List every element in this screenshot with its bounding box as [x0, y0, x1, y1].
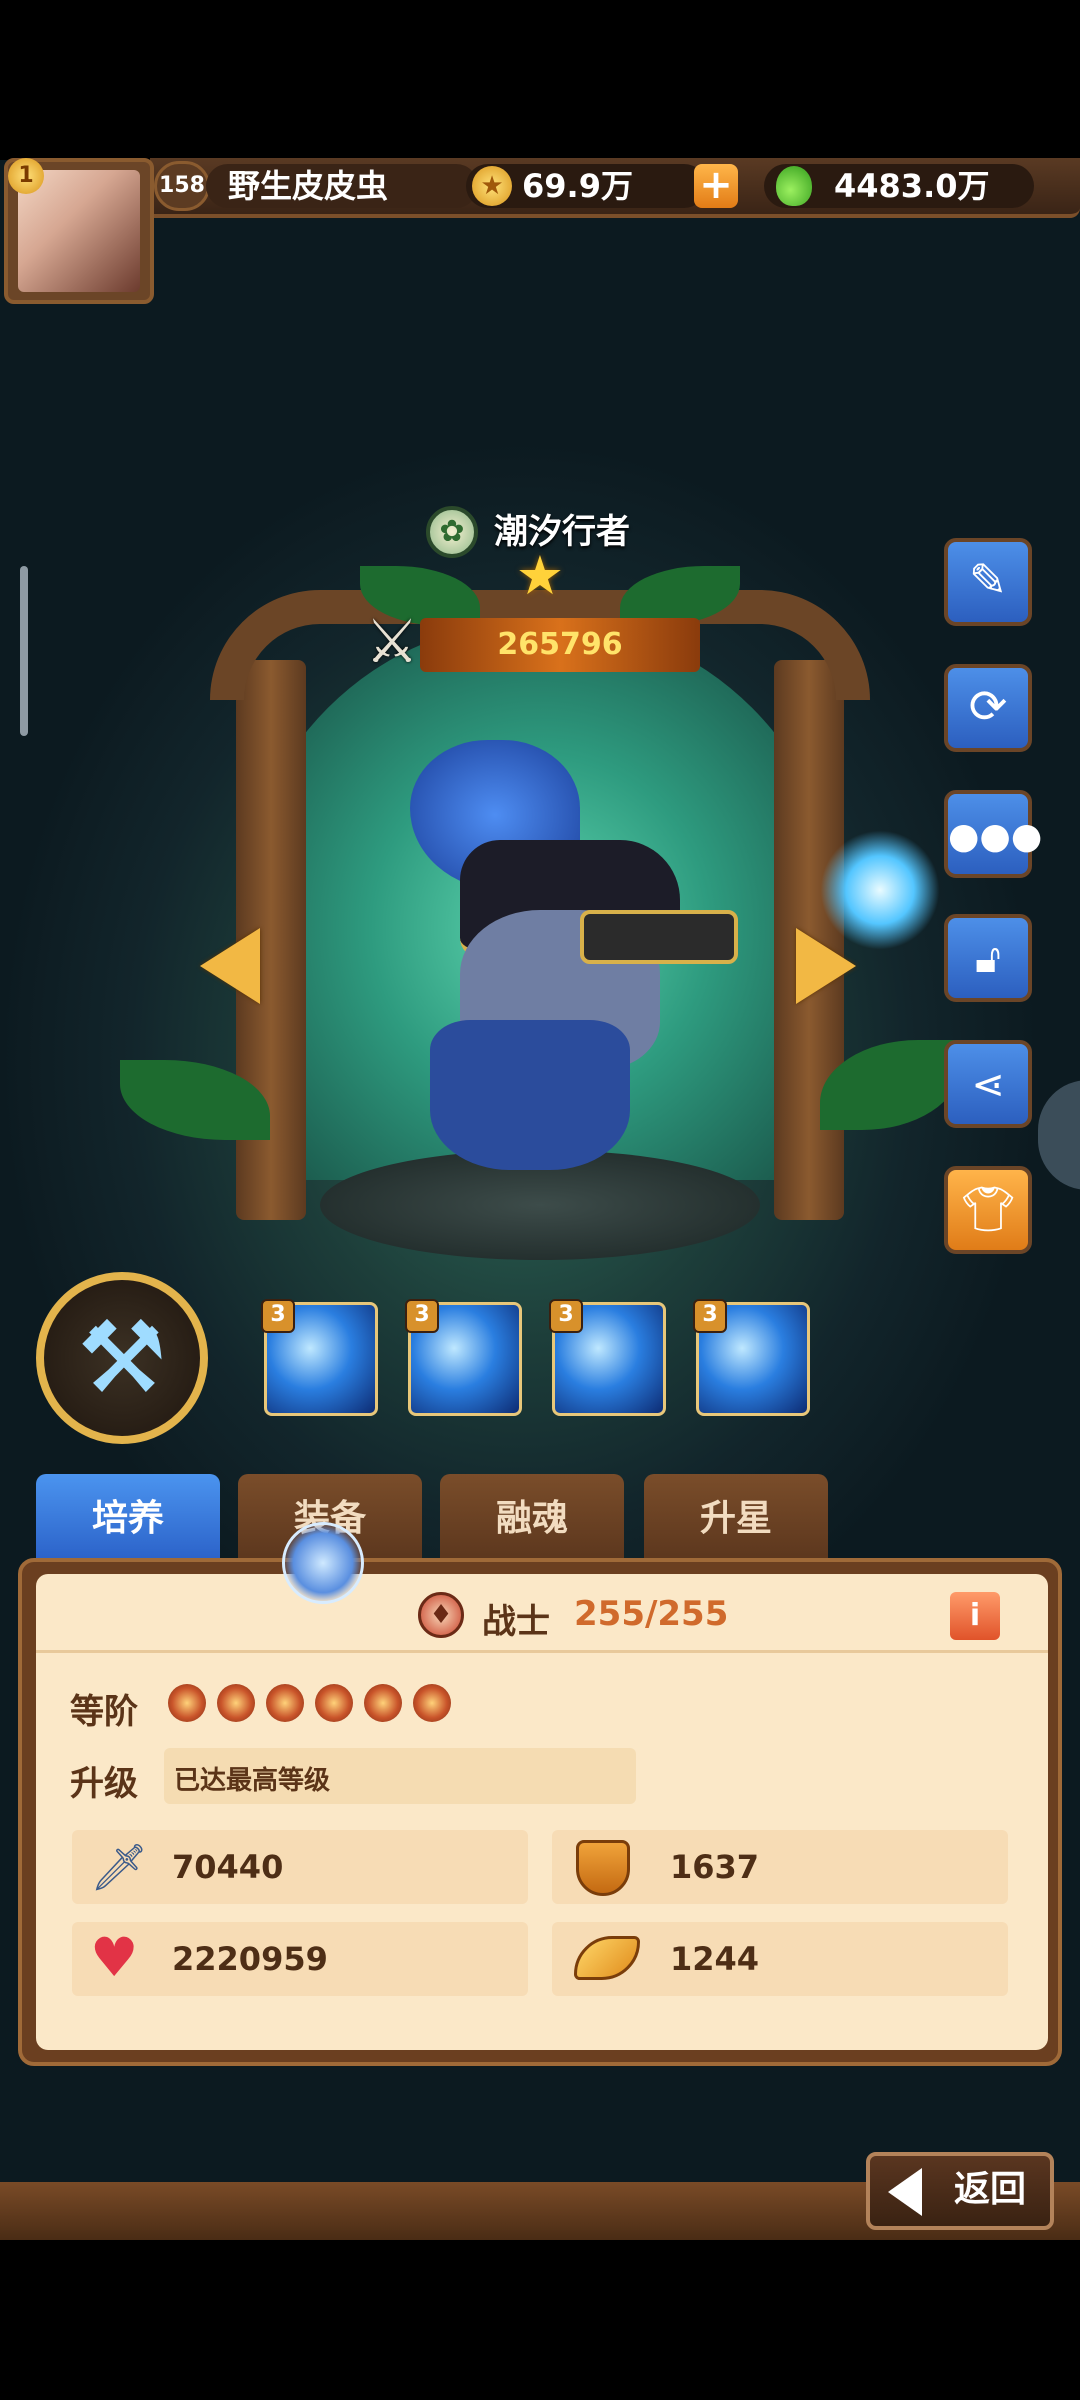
edit-button[interactable]: ✎	[944, 538, 1032, 626]
rank-star-icon	[315, 1684, 353, 1722]
defense-value: 1637	[670, 1848, 760, 1886]
shield-icon	[576, 1840, 630, 1896]
heart-icon: ♥	[90, 1926, 139, 1989]
class-name: 战士	[482, 1602, 550, 1642]
pencil-icon: ✎	[968, 553, 1008, 607]
rank-star-icon	[217, 1684, 255, 1722]
class-level: 255/255	[574, 1594, 729, 1634]
switch-button[interactable]: ⟳	[944, 664, 1032, 752]
hp-stat: ♥ 2220959	[72, 1922, 528, 1996]
back-arrow-icon	[888, 2168, 922, 2216]
upgrade-label: 升级	[70, 1764, 138, 1804]
player-level-badge: 158	[154, 161, 210, 211]
share-icon: ⋖	[971, 1062, 1005, 1108]
gold-coin-icon: ★	[472, 166, 512, 206]
power-value: 265796	[497, 627, 623, 662]
skill-slot-2[interactable]: 3	[405, 1299, 522, 1416]
vip-level: 1	[18, 163, 34, 188]
back-label: 返回	[954, 2169, 1027, 2210]
rank-star-icon	[168, 1684, 206, 1722]
green-potion-icon	[776, 166, 812, 206]
top-resource-bar: 158 野生皮皮虫 ★ 69.9万 + 4483.0万	[150, 158, 1080, 218]
skill-slot-1[interactable]: 3	[261, 1299, 378, 1416]
wing-icon	[574, 1936, 640, 1980]
player-name: 野生皮皮虫	[228, 167, 389, 205]
tab-cultivate[interactable]: 培养	[36, 1474, 220, 1564]
gold-field: ★ 69.9万	[466, 164, 706, 208]
weapon-medallion[interactable]: ⚒	[36, 1272, 208, 1444]
rank-star-icon	[413, 1684, 451, 1722]
speed-stat: 1244	[552, 1922, 1008, 1996]
hp-value: 2220959	[172, 1940, 328, 1978]
attack-stat: 🗡︎ 70440	[72, 1830, 528, 1904]
skill-slot-4[interactable]: 3	[693, 1299, 810, 1416]
warrior-class-icon: ♦	[418, 1592, 464, 1638]
crossed-swords-icon: ⚔	[365, 607, 419, 677]
comment-button[interactable]: ●●●	[944, 790, 1042, 878]
info-button[interactable]: i	[950, 1592, 1000, 1640]
back-button[interactable]: 返回	[866, 2152, 1054, 2230]
hero-element-icon: ✿	[426, 506, 478, 558]
rank-label: 等阶	[70, 1692, 138, 1732]
skill-level-badge: 3	[549, 1299, 583, 1333]
potion-field: 4483.0万	[764, 164, 1034, 208]
player-name-field[interactable]: 野生皮皮虫	[206, 164, 478, 208]
rank-star-icon	[364, 1684, 402, 1722]
skill-slot-3[interactable]: 3	[549, 1299, 666, 1416]
upgrade-status-box: 已达最高等级	[164, 1748, 636, 1804]
hero-character	[370, 740, 738, 1180]
hero-star-icon: ★	[515, 544, 565, 607]
chat-icon: ●●●	[948, 816, 1043, 857]
attack-value: 70440	[172, 1848, 284, 1886]
vip-badge: 1	[8, 158, 44, 194]
next-hero-button[interactable]	[796, 928, 856, 1004]
previous-hero-button[interactable]	[200, 928, 260, 1004]
plus-icon: +	[699, 162, 733, 208]
outfit-icon: 👕︎	[960, 1184, 1016, 1235]
tab-star-up[interactable]: 升星	[644, 1474, 828, 1564]
refresh-icon: ⟳	[968, 679, 1008, 733]
share-button[interactable]: ⋖	[944, 1040, 1032, 1128]
unlock-icon: 🔓︎	[975, 936, 1001, 982]
player-level: 158	[159, 173, 205, 198]
lock-button[interactable]: 🔓︎	[944, 914, 1032, 1002]
tab-soul-fusion[interactable]: 融魂	[440, 1474, 624, 1564]
skill-level-badge: 3	[693, 1299, 727, 1333]
skill-level-badge: 3	[261, 1299, 295, 1333]
speed-value: 1244	[670, 1940, 760, 1978]
upgrade-status: 已达最高等级	[174, 1766, 331, 1796]
class-header: ♦ 战士 255/255 i	[36, 1580, 1048, 1653]
gold-amount: 69.9万	[522, 167, 633, 205]
trident-icon: ⚒	[77, 1299, 167, 1416]
rank-star-icon	[266, 1684, 304, 1722]
potion-amount: 4483.0万	[834, 167, 990, 205]
outfit-button[interactable]: 👕︎	[944, 1166, 1032, 1254]
skill-level-badge: 3	[405, 1299, 439, 1333]
add-gold-button[interactable]: +	[694, 164, 738, 208]
sword-icon: 🗡︎	[90, 1840, 149, 1894]
power-banner: 265796	[420, 618, 700, 672]
defense-stat: 1637	[552, 1830, 1008, 1904]
scroll-indicator	[20, 566, 28, 736]
